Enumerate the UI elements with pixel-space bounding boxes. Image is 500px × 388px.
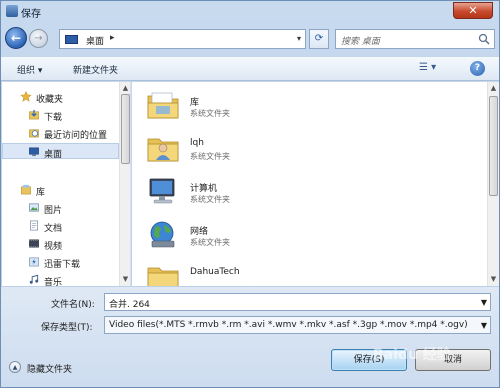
address-dropdown-icon[interactable]: ▾ (297, 34, 301, 43)
chevron-up-icon[interactable]: ▲ (9, 361, 21, 373)
file-type: 系统文件夹 (190, 195, 230, 204)
library-folder-icon (147, 92, 179, 119)
refresh-button[interactable]: ⟳ (309, 29, 329, 49)
documents-icon (30, 220, 38, 231)
list-item[interactable]: DahuaTech (146, 258, 466, 286)
list-item[interactable]: 网络 系统文件夹 (146, 215, 466, 259)
address-bar[interactable]: 桌面 ▸ ▾ (59, 29, 306, 49)
file-name: 库 (190, 98, 200, 108)
sidebar-item-recent-places[interactable]: 最近访问的位置 (2, 125, 119, 141)
scroll-down-icon[interactable]: ▼ (121, 274, 130, 284)
filename-input[interactable]: 合并. 264 ▼ (104, 293, 491, 311)
download-folder-icon (29, 109, 39, 120)
list-item[interactable]: 库 系统文件夹 (146, 86, 466, 130)
file-type: 系统文件夹 (190, 238, 230, 247)
back-button[interactable]: ← (5, 27, 27, 49)
save-dialog: 保存 ✕ ← → 桌面 ▸ ▾ ⟳ 搜索 桌面 组织 ▾ 新建文件夹 ☰ ▾ ?… (0, 0, 500, 388)
command-bar: 组织 ▾ 新建文件夹 ☰ ▾ ? (1, 56, 499, 81)
filetype-value[interactable]: Video files(*.MTS *.rmvb *.rm *.avi *.wm… (109, 320, 474, 330)
file-name: lqh (190, 138, 204, 148)
sidebar-item-label: 收藏夹 (36, 95, 64, 105)
videos-icon (29, 239, 39, 248)
sidebar-item-pictures[interactable]: 图片 (2, 200, 119, 216)
user-folder-icon (147, 138, 179, 162)
pictures-icon (29, 203, 39, 212)
filename-label: 文件名(N): (51, 300, 95, 310)
list-item[interactable]: lqh 系统文件夹 (146, 129, 466, 173)
desktop-icon (29, 147, 39, 157)
file-list: 库 系统文件夹 lqh 系统文件夹 计算机 系统文件夹 网络 系统文件夹 Dah… (132, 82, 487, 286)
scroll-up-icon[interactable]: ▲ (121, 83, 130, 93)
filename-value[interactable]: 合并. 264 (109, 297, 150, 310)
save-options: 文件名(N): 合并. 264 ▼ 保存类型(T): Video files(*… (1, 287, 499, 387)
recent-places-icon (29, 129, 39, 138)
sidebar-item-music[interactable]: 音乐 (2, 272, 119, 286)
sidebar-item-label: 音乐 (44, 278, 63, 286)
sidebar-item-label: 文档 (44, 224, 63, 234)
star-icon (20, 91, 32, 102)
folder-icon (147, 267, 179, 286)
file-name: DahuaTech (190, 267, 240, 277)
sidebar-item-label: 桌面 (44, 150, 63, 160)
sidebar-item-desktop[interactable]: 桌面 (2, 143, 119, 160)
help-button[interactable]: ? (470, 61, 485, 76)
scrollbar-thumb[interactable] (121, 94, 130, 164)
new-folder-button[interactable]: 新建文件夹 (73, 63, 118, 76)
navigation-scrollbar[interactable]: ▲ ▼ (119, 82, 130, 286)
app-icon (6, 5, 18, 17)
navigation-pane: 收藏夹 下载 最近访问的位置 桌面 库 图片 文档 视频 迅雷下载 音乐 ▲ ▼ (2, 82, 131, 286)
chevron-down-icon[interactable]: ▼ (481, 298, 487, 307)
library-icon (21, 184, 31, 195)
sidebar-item-favorites[interactable]: 收藏夹 (2, 89, 119, 105)
sidebar-item-label: 库 (36, 188, 46, 198)
sidebar-item-label: 迅雷下载 (44, 260, 81, 270)
window-title: 保存 (21, 9, 41, 20)
scroll-up-icon[interactable]: ▲ (489, 83, 498, 93)
search-placeholder: 搜索 桌面 (341, 37, 380, 47)
address-location[interactable]: 桌面 (86, 34, 104, 47)
file-name: 计算机 (190, 184, 218, 194)
baidu-watermark: Baidu 经验 (373, 347, 451, 363)
close-button[interactable]: ✕ (453, 2, 493, 19)
file-name: 网络 (190, 227, 209, 237)
desktop-icon (65, 35, 78, 44)
filetype-select[interactable]: Video files(*.MTS *.rmvb *.rm *.avi *.wm… (104, 316, 491, 334)
sidebar-item-label: 图片 (44, 206, 63, 216)
sidebar-item-label: 视频 (44, 242, 63, 252)
hide-folders-label[interactable]: 隐藏文件夹 (27, 362, 72, 375)
view-options-button[interactable]: ☰ ▾ (419, 62, 449, 76)
sidebar-item-label: 最近访问的位置 (44, 131, 108, 141)
search-icon[interactable] (478, 33, 490, 45)
network-icon (150, 221, 175, 248)
thunder-download-icon (29, 257, 39, 267)
file-type: 系统文件夹 (190, 152, 230, 161)
file-list-scrollbar[interactable]: ▲ ▼ (487, 82, 499, 286)
scrollbar-thumb[interactable] (489, 96, 498, 196)
chevron-down-icon[interactable]: ▼ (481, 321, 487, 330)
sidebar-item-downloads[interactable]: 下载 (2, 107, 119, 123)
search-input[interactable]: 搜索 桌面 (335, 29, 495, 49)
sidebar-item-label: 下载 (44, 113, 63, 123)
filetype-label: 保存类型(T): (41, 323, 93, 333)
file-type: 系统文件夹 (190, 109, 230, 118)
computer-icon (149, 178, 175, 204)
sidebar-item-documents[interactable]: 文档 (2, 218, 119, 234)
scroll-down-icon[interactable]: ▼ (489, 274, 498, 284)
sidebar-item-videos[interactable]: 视频 (2, 236, 119, 252)
breadcrumb-chevron-icon[interactable]: ▸ (110, 33, 115, 43)
sidebar-item-libraries[interactable]: 库 (2, 182, 119, 198)
forward-button[interactable]: → (29, 29, 48, 48)
sidebar-item-thunder-download[interactable]: 迅雷下载 (2, 254, 119, 270)
organize-button[interactable]: 组织 ▾ (17, 63, 42, 76)
music-icon (29, 274, 39, 284)
list-item[interactable]: 计算机 系统文件夹 (146, 172, 466, 216)
title-bar: 保存 ✕ (1, 1, 499, 21)
